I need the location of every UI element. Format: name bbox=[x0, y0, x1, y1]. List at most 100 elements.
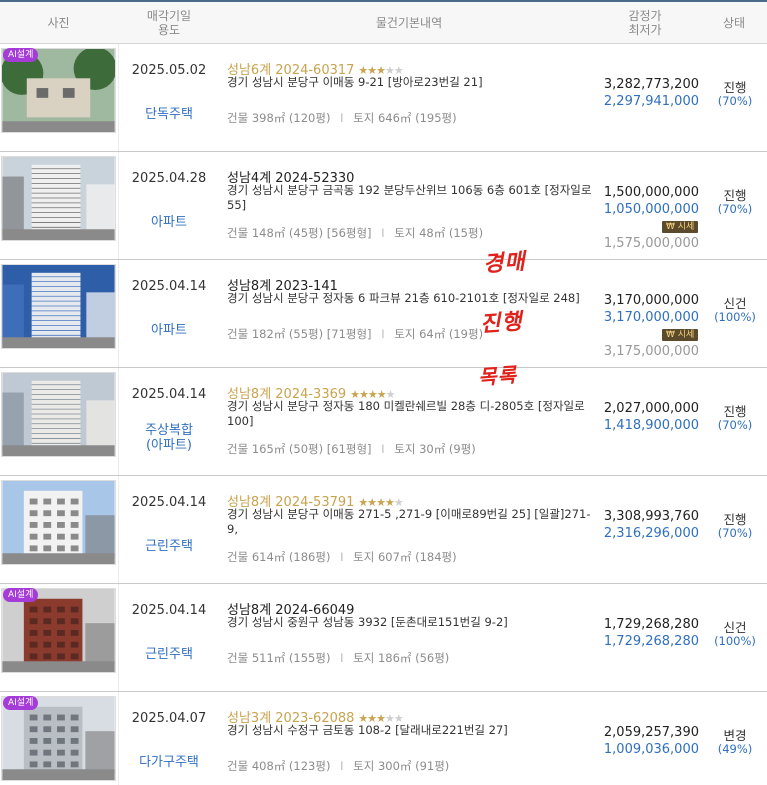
header-info-label: 물건기본내역 bbox=[375, 16, 443, 30]
property-type: 근린주택 bbox=[119, 539, 219, 554]
land-label: 토지 bbox=[394, 226, 416, 240]
table-row[interactable]: 2025.04.14 주상복합 (아파트) 성남8계 2024-3369 ★★★★★… bbox=[0, 368, 767, 476]
sale-date: 2025.04.14 bbox=[131, 279, 207, 294]
area-info: 건물 182㎡ (55평) [71평형] I 토지 64㎡ (19평) bbox=[227, 326, 483, 342]
building-area: 148㎡ (45평) [56평형] bbox=[251, 226, 372, 240]
table-row[interactable]: AI설계 2025.05.02 단독주택 성남6계 2024-60317 ★★★★… bbox=[0, 44, 767, 152]
minimum-percent: (70%) bbox=[717, 94, 753, 108]
building-area: 165㎡ (50평) [61평형] bbox=[251, 442, 372, 456]
area-info: 건물 148㎡ (45평) [56평형] I 토지 48㎡ (15평) bbox=[227, 225, 483, 241]
area-info: 건물 614㎡ (186평) I 토지 607㎡ (184평) bbox=[227, 549, 457, 565]
property-type: 아파트 bbox=[119, 323, 219, 338]
sale-date: 2025.04.14 bbox=[131, 387, 207, 402]
property-photo[interactable] bbox=[1, 480, 116, 565]
land-area: 186㎡ (56평) bbox=[377, 651, 450, 665]
property-address: 경기 성남시 분당구 이매동 271-5 ,271-9 [이매로89번길 25]… bbox=[227, 507, 591, 536]
property-type-line: 근린주택 bbox=[145, 647, 193, 662]
header-status: 상태 bbox=[704, 2, 764, 44]
table-row[interactable]: 2025.04.14 근린주택 성남8계 2024-53791 ★★★★★ 경기 … bbox=[0, 476, 767, 584]
appraisal-price: 1,500,000,000 bbox=[603, 185, 699, 200]
property-type-line: (아파트) bbox=[145, 438, 193, 453]
building-area: 408㎡ (123평) bbox=[251, 759, 331, 773]
land-label: 토지 bbox=[353, 111, 375, 125]
property-type: 다가구주택 bbox=[119, 755, 219, 770]
area-separator: I bbox=[340, 759, 344, 773]
property-type: 주상복합 (아파트) bbox=[119, 423, 219, 453]
column-divider bbox=[118, 692, 119, 785]
table-row[interactable]: AI설계 2025.04.07 다가구주택 성남3계 2023-62088 ★★★… bbox=[0, 692, 767, 785]
area-separator: I bbox=[340, 550, 344, 564]
land-label: 토지 bbox=[394, 327, 416, 341]
property-photo[interactable] bbox=[1, 264, 116, 349]
building-label: 건물 bbox=[227, 759, 249, 773]
appraisal-price: 3,170,000,000 bbox=[603, 293, 699, 308]
minimum-percent: (100%) bbox=[714, 634, 756, 648]
property-type: 단독주택 bbox=[119, 107, 219, 122]
appraisal-price: 2,027,000,000 bbox=[603, 401, 699, 416]
ai-design-badge[interactable]: AI설계 bbox=[3, 696, 39, 710]
area-info: 건물 511㎡ (155평) I 토지 186㎡ (56평) bbox=[227, 650, 449, 666]
table-row[interactable]: 2025.04.28 아파트 성남4계 2024-52330 경기 성남시 분당… bbox=[0, 152, 767, 260]
column-divider bbox=[118, 476, 119, 583]
sale-date: 2025.05.02 bbox=[131, 63, 207, 78]
ai-design-badge[interactable]: AI설계 bbox=[3, 588, 39, 602]
property-type-line: 아파트 bbox=[151, 323, 187, 338]
header-date: 매각기일 용도 bbox=[119, 2, 219, 44]
area-separator: I bbox=[340, 111, 344, 125]
minimum-percent: (49%) bbox=[717, 742, 753, 756]
land-label: 토지 bbox=[353, 550, 375, 564]
annotation-auction: 경매 bbox=[482, 248, 527, 278]
building-label: 건물 bbox=[227, 111, 249, 125]
ai-design-badge[interactable]: AI설계 bbox=[3, 48, 39, 62]
minimum-price: 1,418,900,000 bbox=[603, 418, 699, 433]
property-type: 근린주택 bbox=[119, 647, 219, 662]
property-address: 경기 성남시 수정구 금토동 108-2 [달래내로221번길 27] bbox=[227, 723, 508, 737]
area-separator: I bbox=[340, 651, 344, 665]
header-status-label: 상태 bbox=[722, 16, 746, 30]
property-photo[interactable] bbox=[1, 372, 116, 457]
annotation-progress: 진행 bbox=[479, 308, 524, 338]
land-area: 646㎡ (195평) bbox=[377, 111, 457, 125]
land-label: 토지 bbox=[394, 442, 416, 456]
table-row[interactable]: 2025.04.14 아파트 성남8계 2023-141 경기 성남시 분당구 … bbox=[0, 260, 767, 368]
coin-icon: ₩ bbox=[666, 330, 675, 340]
appraisal-price: 3,282,773,200 bbox=[603, 77, 699, 92]
table-header: 사진 매각기일 용도 물건기본내역 감정가 최저가 상태 bbox=[0, 0, 767, 44]
header-minimum-label: 최저가 bbox=[628, 23, 662, 37]
property-photo[interactable] bbox=[1, 156, 116, 241]
area-info: 건물 398㎡ (120평) I 토지 646㎡ (195평) bbox=[227, 110, 457, 126]
market-price-badge[interactable]: ₩ 시세 bbox=[662, 329, 699, 341]
land-area: 300㎡ (91평) bbox=[377, 759, 450, 773]
building-area: 182㎡ (55평) [71평형] bbox=[251, 327, 372, 341]
header-price: 감정가 최저가 bbox=[590, 2, 700, 44]
column-divider bbox=[118, 368, 119, 475]
property-address: 경기 성남시 중원구 성남동 3932 [둔촌대로151번길 9-2] bbox=[227, 615, 508, 629]
column-divider bbox=[118, 152, 119, 259]
minimum-price: 2,316,296,000 bbox=[603, 526, 699, 541]
market-price: 1,575,000,000 bbox=[603, 236, 699, 251]
sale-date: 2025.04.07 bbox=[131, 711, 207, 726]
market-price-badge[interactable]: ₩ 시세 bbox=[662, 221, 699, 233]
annotation-list: 목록 bbox=[477, 362, 518, 390]
appraisal-price: 1,729,268,280 bbox=[603, 617, 699, 632]
building-area: 614㎡ (186평) bbox=[251, 550, 331, 564]
minimum-price: 2,297,941,000 bbox=[603, 94, 699, 109]
property-address: 경기 성남시 분당구 정자동 6 파크뷰 21층 610-2101호 [정자일로… bbox=[227, 291, 580, 305]
coin-icon: ₩ bbox=[666, 222, 675, 232]
building-area: 398㎡ (120평) bbox=[251, 111, 331, 125]
sale-date: 2025.04.28 bbox=[131, 171, 207, 186]
market-price: 3,175,000,000 bbox=[603, 344, 699, 359]
header-appraisal-label: 감정가 bbox=[628, 9, 662, 23]
building-label: 건물 bbox=[227, 651, 249, 665]
property-type-line: 다가구주택 bbox=[139, 755, 199, 770]
header-photo-label: 사진 bbox=[47, 16, 70, 30]
table-row[interactable]: AI설계 2025.04.14 근린주택 성남8계 2024-66049 경기 … bbox=[0, 584, 767, 692]
land-area: 607㎡ (184평) bbox=[377, 550, 457, 564]
building-area: 511㎡ (155평) bbox=[251, 651, 331, 665]
property-address: 경기 성남시 분당구 정자동 180 미켈란쉐르빌 28층 디-2805호 [정… bbox=[227, 399, 585, 428]
appraisal-price: 2,059,257,390 bbox=[603, 725, 699, 740]
column-divider bbox=[118, 584, 119, 691]
header-info: 물건기본내역 bbox=[219, 2, 599, 44]
header-usage-label: 용도 bbox=[157, 23, 181, 37]
market-price-badge-label: 시세 bbox=[677, 330, 695, 340]
